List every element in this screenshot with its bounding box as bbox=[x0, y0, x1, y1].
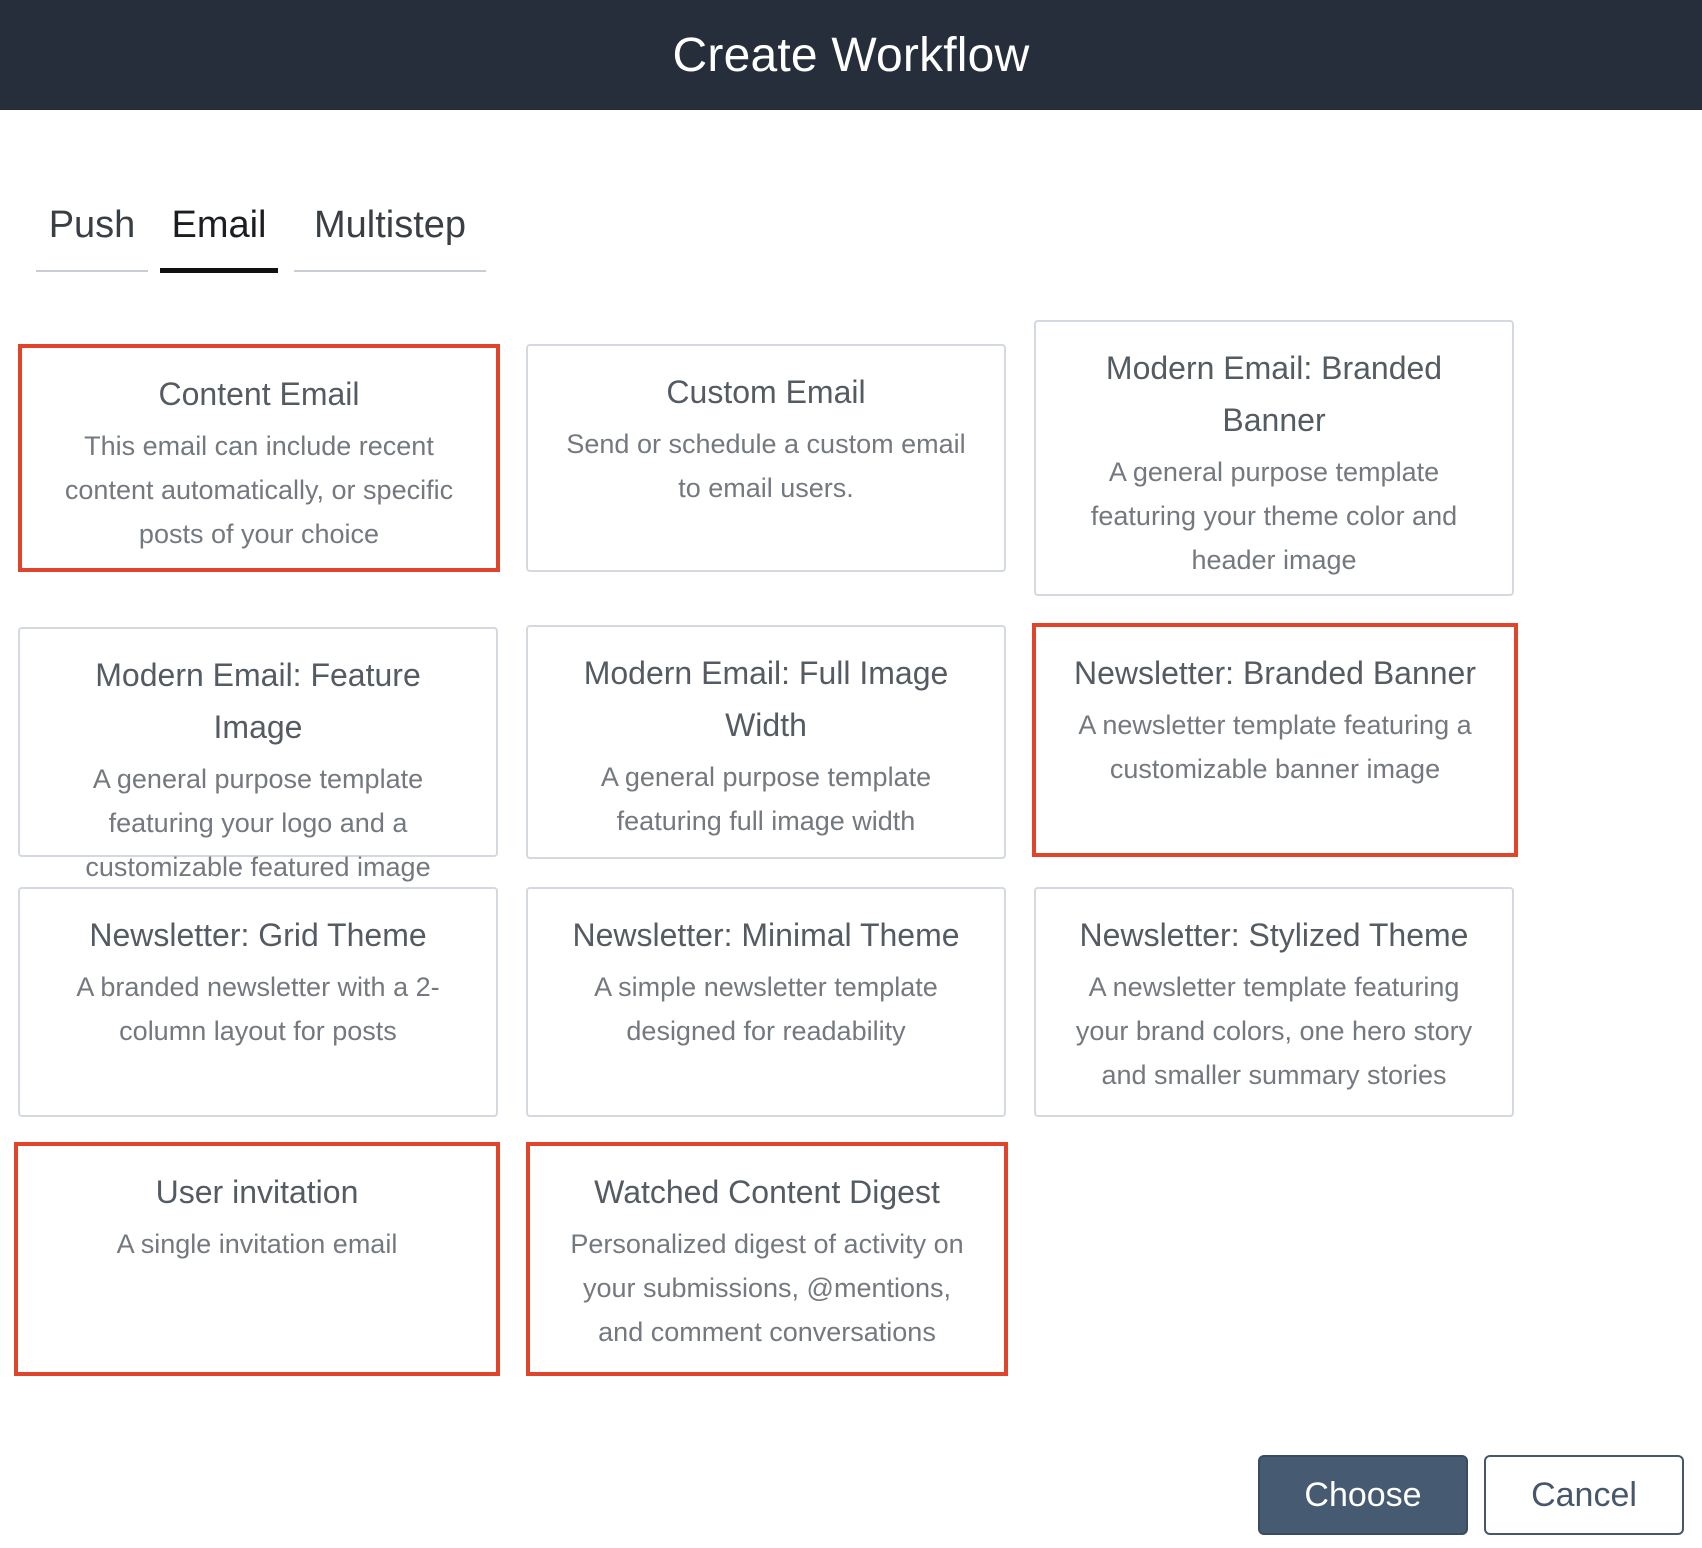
tab-push-label: Push bbox=[48, 204, 136, 246]
choose-button[interactable]: Choose bbox=[1258, 1455, 1468, 1535]
tab-multistep[interactable]: Multistep bbox=[294, 190, 486, 272]
template-description: A simple newsletter template designed fo… bbox=[594, 972, 938, 1046]
template-title: Newsletter: Stylized Theme bbox=[1079, 917, 1469, 953]
template-card-modern-email-feature-image[interactable]: Modern Email: Feature Image A general pu… bbox=[18, 627, 498, 882]
template-title: Watched Content Digest bbox=[594, 1174, 940, 1210]
template-title: Newsletter: Branded Banner bbox=[1074, 655, 1476, 691]
template-title: User invitation bbox=[155, 1174, 359, 1210]
template-description: This email can include recent content au… bbox=[64, 431, 454, 549]
modal-title: Create Workflow bbox=[672, 28, 1030, 82]
template-card-newsletter-stylized-theme[interactable]: Newsletter: Stylized Theme A newsletter … bbox=[1034, 887, 1514, 1117]
template-description: A general purpose template featuring ful… bbox=[600, 762, 932, 836]
modal-header: Create Workflow bbox=[0, 0, 1702, 110]
template-title: Modern Email: Feature Image bbox=[95, 657, 421, 745]
template-title: Content Email bbox=[158, 376, 360, 412]
tab-push[interactable]: Push bbox=[36, 190, 148, 272]
template-card-modern-email-full-image-width[interactable]: Modern Email: Full Image Width A general… bbox=[526, 625, 1006, 859]
template-title: Modern Email: Branded Banner bbox=[1105, 350, 1443, 438]
template-card-watched-content-digest[interactable]: Watched Content Digest Personalized dige… bbox=[526, 1142, 1008, 1376]
tab-email-label: Email bbox=[171, 204, 267, 246]
workflow-type-tabs: Push Email Multistep bbox=[36, 190, 486, 280]
tab-push-underline bbox=[36, 270, 148, 272]
template-description: A general purpose template featuring you… bbox=[85, 764, 431, 882]
template-title: Modern Email: Full Image Width bbox=[583, 655, 949, 743]
template-description: A newsletter template featuring your bra… bbox=[1075, 972, 1473, 1090]
tab-multistep-underline bbox=[294, 270, 486, 272]
template-card-newsletter-branded-banner[interactable]: Newsletter: Branded Banner A newsletter … bbox=[1032, 623, 1518, 857]
template-card-content-email[interactable]: Content Email This email can include rec… bbox=[18, 344, 500, 572]
template-description: Personalized digest of activity on your … bbox=[570, 1229, 964, 1347]
tab-multistep-label: Multistep bbox=[313, 204, 467, 246]
template-title: Newsletter: Minimal Theme bbox=[572, 917, 960, 953]
template-description: A branded newsletter with a 2-column lay… bbox=[76, 972, 440, 1046]
template-card-user-invitation[interactable]: User invitation A single invitation emai… bbox=[14, 1142, 500, 1376]
template-title: Custom Email bbox=[666, 374, 866, 410]
template-title: Newsletter: Grid Theme bbox=[89, 917, 427, 953]
tab-email-underline bbox=[160, 268, 278, 273]
template-card-modern-email-branded-banner[interactable]: Modern Email: Branded Banner A general p… bbox=[1034, 320, 1514, 596]
template-card-custom-email[interactable]: Custom Email Send or schedule a custom e… bbox=[526, 344, 1006, 572]
tab-email[interactable]: Email bbox=[160, 190, 278, 273]
template-description: A newsletter template featuring a custom… bbox=[1078, 710, 1472, 784]
cancel-button[interactable]: Cancel bbox=[1484, 1455, 1684, 1535]
template-description: A single invitation email bbox=[116, 1229, 398, 1259]
template-card-newsletter-grid-theme[interactable]: Newsletter: Grid Theme A branded newslet… bbox=[18, 887, 498, 1117]
template-description: A general purpose template featuring you… bbox=[1090, 457, 1458, 575]
template-description: Send or schedule a custom email to email… bbox=[566, 429, 966, 503]
template-card-newsletter-minimal-theme[interactable]: Newsletter: Minimal Theme A simple newsl… bbox=[526, 887, 1006, 1117]
